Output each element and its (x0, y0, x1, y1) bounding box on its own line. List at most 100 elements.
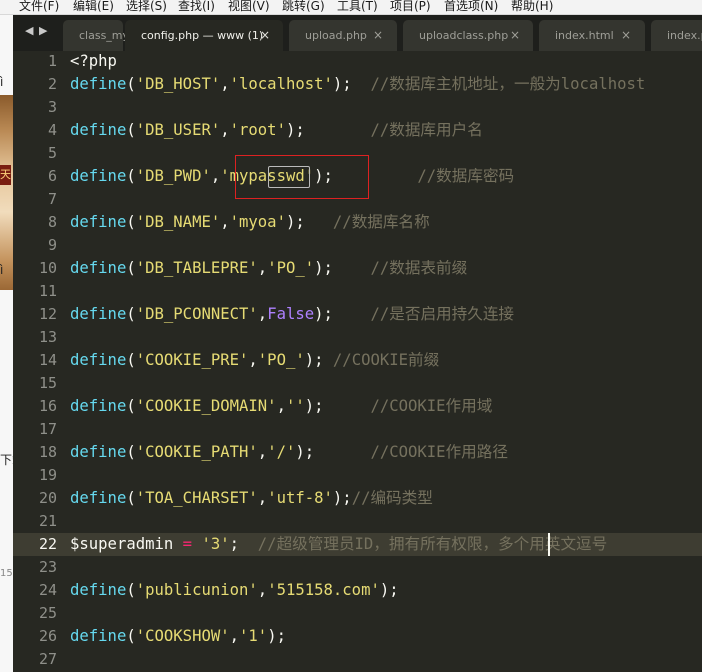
string-literal: 'COOKIE_DOMAIN' (135, 397, 277, 415)
tab-uploadclass-php[interactable]: uploadclass.php × (403, 20, 533, 51)
string-literal: 'publicunion' (135, 581, 258, 599)
line-number: 6 (47, 167, 57, 185)
menu-edit[interactable]: 编辑(E) (73, 0, 114, 14)
string-literal: 'root' (229, 121, 286, 139)
code-editor[interactable]: 1 2 3 4 5 6 7 8 9 10 11 12 13 14 15 16 1… (13, 51, 702, 672)
line-number: 24 (38, 581, 57, 599)
string-literal: 'DB_PCONNECT' (135, 305, 258, 323)
variable-name: $superadmin (70, 535, 174, 553)
line-number: 18 (38, 443, 57, 461)
menu-preferences[interactable]: 首选项(N) (444, 0, 498, 14)
line-number: 23 (38, 558, 57, 576)
background-number: 15 (0, 568, 13, 579)
code-comment: //超级管理员ID，拥有所有权限，多个用英文逗号 (257, 535, 608, 553)
tab-prev-icon[interactable]: ◀ (25, 24, 33, 37)
tab-bar: ◀ ▶ class_mysql.php config.php — www (1)… (13, 15, 702, 51)
tab-config-php[interactable]: config.php — www (1) × (125, 20, 283, 51)
function-name: define (70, 213, 127, 231)
code-comment: //数据库用户名 (370, 121, 483, 139)
line-number: 15 (38, 374, 57, 392)
string-literal: 'DB_PWD' (135, 167, 211, 185)
tab-class-mysql[interactable]: class_mysql.php (63, 20, 169, 51)
line-number: 25 (38, 604, 57, 622)
tab-index-html[interactable]: index.html × (539, 20, 645, 51)
string-literal: '3' (201, 535, 230, 553)
string-literal: 'localhost' (229, 75, 333, 93)
string-literal: 'DB_TABLEPRE' (135, 259, 258, 277)
function-name: define (70, 121, 127, 139)
tab-label: index.html (555, 29, 614, 42)
string-literal: 'DB_NAME' (135, 213, 221, 231)
tab-close-icon[interactable]: × (510, 28, 520, 42)
string-literal: 'COOKSHOW' (135, 627, 230, 645)
background-window-strip: ì 天 ì 下载 15 (0, 15, 13, 672)
string-literal: '/' (267, 443, 296, 461)
background-text-fragment: 下载 (0, 453, 13, 467)
string-literal: 'PO_' (257, 351, 305, 369)
line-number-current: 22 (38, 535, 57, 553)
menu-view[interactable]: 视图(V) (228, 0, 270, 14)
code-line-2: define('DB_HOST','localhost'); //数据库主机地址… (70, 75, 646, 93)
tab-index-php[interactable]: index.php (651, 20, 702, 51)
code-line-4: define('DB_USER','root'); //数据库用户名 (70, 121, 483, 139)
menu-tools[interactable]: 工具(T) (337, 0, 378, 14)
function-name: define (70, 167, 127, 185)
code-line-18: define('COOKIE_PATH','/'); //COOKIE作用路径 (70, 443, 508, 461)
code-line-20: define('TOA_CHARSET','utf-8');//编码类型 (70, 489, 433, 507)
tab-next-icon[interactable]: ▶ (39, 24, 47, 37)
string-literal: 'TOA_CHARSET' (135, 489, 258, 507)
assignment-operator: = (182, 535, 193, 553)
function-name: define (70, 75, 127, 93)
line-number: 10 (38, 259, 57, 277)
code-comment: //编码类型 (351, 489, 433, 507)
menu-file[interactable]: 文件(F) (19, 0, 59, 14)
line-number: 21 (38, 512, 57, 530)
code-comment: //数据库密码 (417, 167, 515, 185)
tab-label: upload.php (305, 29, 367, 42)
background-text-fragment: ì (0, 75, 4, 89)
function-name: define (70, 627, 127, 645)
menu-goto[interactable]: 跳转(G) (282, 0, 325, 14)
line-number: 13 (38, 328, 57, 346)
line-number: 7 (47, 190, 57, 208)
word-match-highlight (268, 166, 310, 188)
tab-navigation: ◀ ▶ (13, 15, 59, 51)
line-number: 3 (47, 98, 57, 116)
string-literal: 'myoa' (229, 213, 286, 231)
line-number: 19 (38, 466, 57, 484)
function-name: define (70, 581, 127, 599)
menu-bar: 文件(F) 编辑(E) 选择(S) 查找(I) 视图(V) 跳转(G) 工具(T… (0, 0, 702, 15)
menu-project[interactable]: 项目(P) (390, 0, 431, 14)
tab-label: uploadclass.php (419, 29, 509, 42)
line-number: 16 (38, 397, 57, 415)
function-name: define (70, 351, 127, 369)
code-line-26: define('COOKSHOW','1'); (70, 627, 286, 645)
code-comment: //数据表前缀 (370, 259, 468, 277)
line-number: 27 (38, 650, 57, 668)
tab-close-icon[interactable]: × (621, 28, 631, 42)
boolean-constant: False (267, 305, 315, 323)
line-number: 14 (38, 351, 57, 369)
code-line-16: define('COOKIE_DOMAIN',''); //COOKIE作用域 (70, 397, 493, 415)
tab-close-icon[interactable]: × (373, 28, 383, 42)
menu-selection[interactable]: 选择(S) (126, 0, 167, 14)
code-comment: //COOKIE前缀 (332, 351, 440, 369)
code-line-1: <?php (70, 51, 117, 73)
menu-find[interactable]: 查找(I) (178, 0, 215, 14)
menu-help[interactable]: 帮助(H) (511, 0, 553, 14)
function-name: define (70, 259, 127, 277)
tab-close-icon[interactable]: × (260, 28, 270, 42)
code-comment: //是否启用持久连接 (370, 305, 515, 323)
php-open-tag: <?php (70, 52, 117, 70)
string-literal: 'utf-8' (267, 489, 333, 507)
function-name: define (70, 397, 127, 415)
line-number: 17 (38, 420, 57, 438)
line-number: 20 (38, 489, 57, 507)
string-literal: 'PO_' (267, 259, 315, 277)
text-cursor (548, 533, 550, 556)
function-name: define (70, 305, 127, 323)
background-image (0, 95, 13, 290)
code-line-12: define('DB_PCONNECT',False); //是否启用持久连接 (70, 305, 515, 323)
string-literal: '' (285, 397, 305, 415)
tab-upload-php[interactable]: upload.php × (289, 20, 397, 51)
